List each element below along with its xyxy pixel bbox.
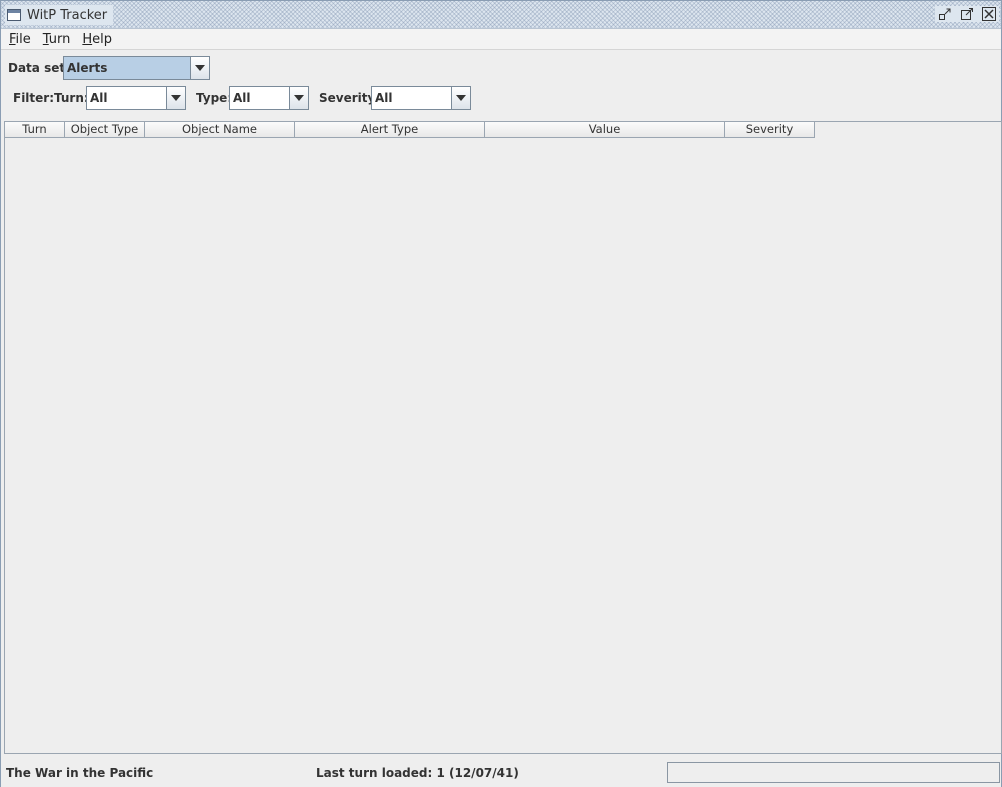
menu-turn[interactable]: Turn xyxy=(43,32,71,47)
status-last-turn: Last turn loaded: 1 (12/07/41) xyxy=(316,766,519,780)
turn-filter-label: Turn: xyxy=(54,91,89,105)
chevron-down-icon[interactable] xyxy=(166,87,185,109)
menu-bar: File Turn Help xyxy=(1,29,1001,50)
status-progress-field xyxy=(667,762,1000,783)
severity-filter-select[interactable]: All xyxy=(371,86,471,110)
menu-turn-label: urn xyxy=(48,31,71,47)
status-bar: The War in the Pacific Last turn loaded:… xyxy=(1,755,1001,787)
column-header-value[interactable]: Value xyxy=(485,122,725,138)
title-area: WitP Tracker xyxy=(5,5,114,25)
menu-help-label: elp xyxy=(92,31,113,47)
severity-filter-value: All xyxy=(375,91,393,105)
menu-file-label: ile xyxy=(15,31,31,47)
dataset-label: Data set: xyxy=(8,61,70,75)
column-header-turn[interactable]: Turn xyxy=(5,122,65,138)
window-controls xyxy=(935,6,999,22)
column-header-object-type[interactable]: Object Type xyxy=(65,122,145,138)
column-header-object-name[interactable]: Object Name xyxy=(145,122,295,138)
type-filter-value: All xyxy=(233,91,251,105)
table-header: Turn Object Type Object Name Alert Type … xyxy=(5,122,815,138)
menu-help-mnemonic: H xyxy=(82,31,93,47)
turn-filter-select[interactable]: All xyxy=(86,86,186,110)
column-header-severity[interactable]: Severity xyxy=(725,122,815,138)
title-bar[interactable]: WitP Tracker xyxy=(1,1,1001,29)
menu-help[interactable]: Help xyxy=(82,32,112,47)
window-icon[interactable] xyxy=(7,9,21,21)
filter-label: Filter: xyxy=(13,91,55,105)
dataset-value: Alerts xyxy=(64,57,190,79)
dataset-select[interactable]: Alerts xyxy=(63,56,210,80)
type-filter-label: Type: xyxy=(196,91,233,105)
maximize-icon[interactable] xyxy=(959,6,975,22)
menu-file[interactable]: File xyxy=(9,32,31,47)
status-game-name: The War in the Pacific xyxy=(6,766,154,780)
turn-filter-value: All xyxy=(90,91,108,105)
window-title: WitP Tracker xyxy=(27,7,108,23)
column-header-alert-type[interactable]: Alert Type xyxy=(295,122,485,138)
alerts-table[interactable]: Turn Object Type Object Name Alert Type … xyxy=(4,121,1002,754)
minimize-icon[interactable] xyxy=(937,6,953,22)
app-window: WitP Tracker File Turn Help Data set: Al… xyxy=(0,0,1002,787)
close-icon[interactable] xyxy=(981,6,997,22)
chevron-down-icon[interactable] xyxy=(190,57,209,79)
chevron-down-icon[interactable] xyxy=(289,87,308,109)
type-filter-select[interactable]: All xyxy=(229,86,309,110)
chevron-down-icon[interactable] xyxy=(451,87,470,109)
